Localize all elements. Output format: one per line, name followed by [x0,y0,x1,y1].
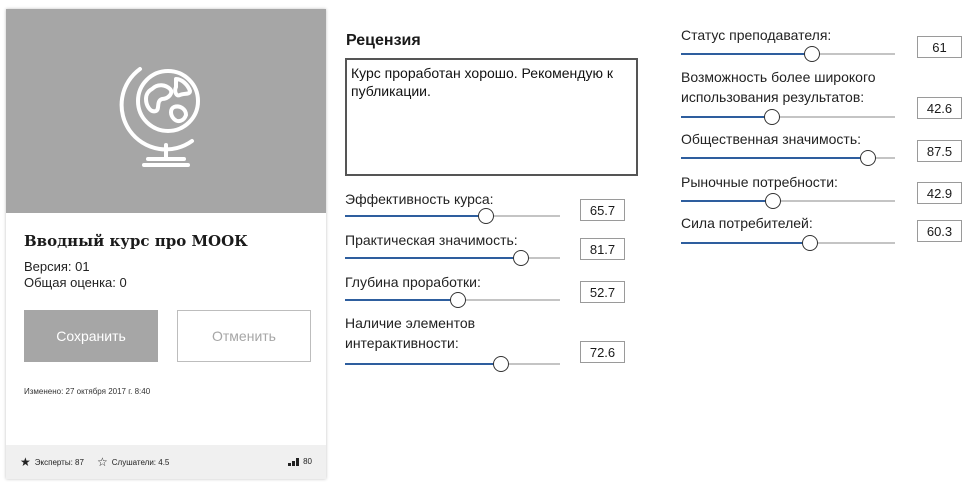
slider-thumb[interactable] [764,109,780,125]
slider-value[interactable]: 87.5 [917,140,962,162]
save-button[interactable]: Сохранить [24,310,158,362]
listeners-label: Слушатели: 4.5 [111,457,170,467]
course-rating: Общая оценка: 0 [24,275,127,290]
slider-value[interactable]: 52.7 [580,281,625,303]
course-version: Версия: 01 [24,259,90,274]
slider-track[interactable] [345,292,560,308]
views-stat: 80 [288,457,312,466]
slider-thumb[interactable] [765,193,781,209]
slider-label: Сила потребителей: [681,215,813,231]
slider-thumb[interactable] [478,208,494,224]
review-textarea[interactable] [345,58,638,176]
slider-social-significance: Общественная значимость: 87.5 [681,131,966,167]
slider-label: Эффективность курса: [345,191,494,207]
slider-fill [681,116,772,118]
slider-teacher-status: Статус преподавателя: 61 [681,27,966,63]
slider-label-line2: использования результатов: [681,89,865,105]
slider-depth: Глубина проработки: 52.7 [345,274,635,310]
course-title: Вводный курс про МООК [24,232,248,250]
slider-thumb[interactable] [450,292,466,308]
slider-track[interactable] [681,46,895,62]
slider-label: Практическая значимость: [345,232,518,248]
slider-fill [681,242,810,244]
star-filled-icon: ★ [20,455,31,469]
review-title: Рецензия [346,32,421,49]
slider-course-efficiency: Эффективность курса: 65.7 [345,191,635,227]
slider-label: Статус преподавателя: [681,27,832,43]
bar-chart-icon [288,457,300,466]
slider-thumb[interactable] [802,235,818,251]
slider-track[interactable] [681,235,895,251]
modified-date: Изменено: 27 октября 2017 г. 8:40 [24,387,151,396]
slider-value[interactable]: 81.7 [580,238,625,260]
slider-interactivity: Наличие элементов интерактивности: 72.6 [345,315,635,372]
slider-track[interactable] [345,356,560,372]
slider-thumb[interactable] [493,356,509,372]
slider-track[interactable] [345,250,560,266]
slider-consumer-power: Сила потребителей: 60.3 [681,215,966,251]
slider-value[interactable]: 60.3 [917,220,962,242]
slider-fill [681,53,812,55]
experts-stat: ★ Эксперты: 87 [20,455,84,469]
slider-label-line1: Возможность более широкого [681,69,876,85]
slider-value[interactable]: 42.9 [917,182,962,204]
slider-wider-use: Возможность более широкого использования… [681,69,966,125]
slider-thumb[interactable] [513,250,529,266]
star-outline-icon: ☆ [97,455,108,469]
slider-fill [345,299,458,301]
cancel-button[interactable]: Отменить [177,310,311,362]
slider-value[interactable]: 42.6 [917,97,962,119]
slider-practical-significance: Практическая значимость: 81.7 [345,232,635,268]
slider-track[interactable] [345,208,560,224]
slider-market-needs: Рыночные потребности: 42.9 [681,174,966,210]
slider-track[interactable] [681,109,895,125]
slider-thumb[interactable] [804,46,820,62]
slider-fill [345,215,486,217]
slider-fill [345,363,501,365]
card-footer: ★ Эксперты: 87 ☆ Слушатели: 4.5 80 [6,445,326,479]
slider-label-line2: интерактивности: [345,335,459,351]
slider-label: Глубина проработки: [345,274,481,290]
listeners-stat: ☆ Слушатели: 4.5 [97,455,170,469]
slider-thumb[interactable] [860,150,876,166]
slider-value[interactable]: 72.6 [580,341,625,363]
slider-track[interactable] [681,150,895,166]
slider-label-line1: Наличие элементов [345,315,476,331]
views-label: 80 [303,457,312,466]
slider-value[interactable]: 65.7 [580,199,625,221]
course-image [6,9,326,213]
globe-icon [119,67,200,167]
experts-label: Эксперты: 87 [34,457,84,467]
slider-value[interactable]: 61 [917,36,962,58]
slider-track[interactable] [681,193,895,209]
slider-label: Рыночные потребности: [681,174,838,190]
slider-fill [345,257,521,259]
slider-fill [681,200,773,202]
course-card: Вводный курс про МООК Версия: 01 Общая о… [6,9,326,479]
slider-fill [681,157,868,159]
slider-label: Общественная значимость: [681,131,862,147]
